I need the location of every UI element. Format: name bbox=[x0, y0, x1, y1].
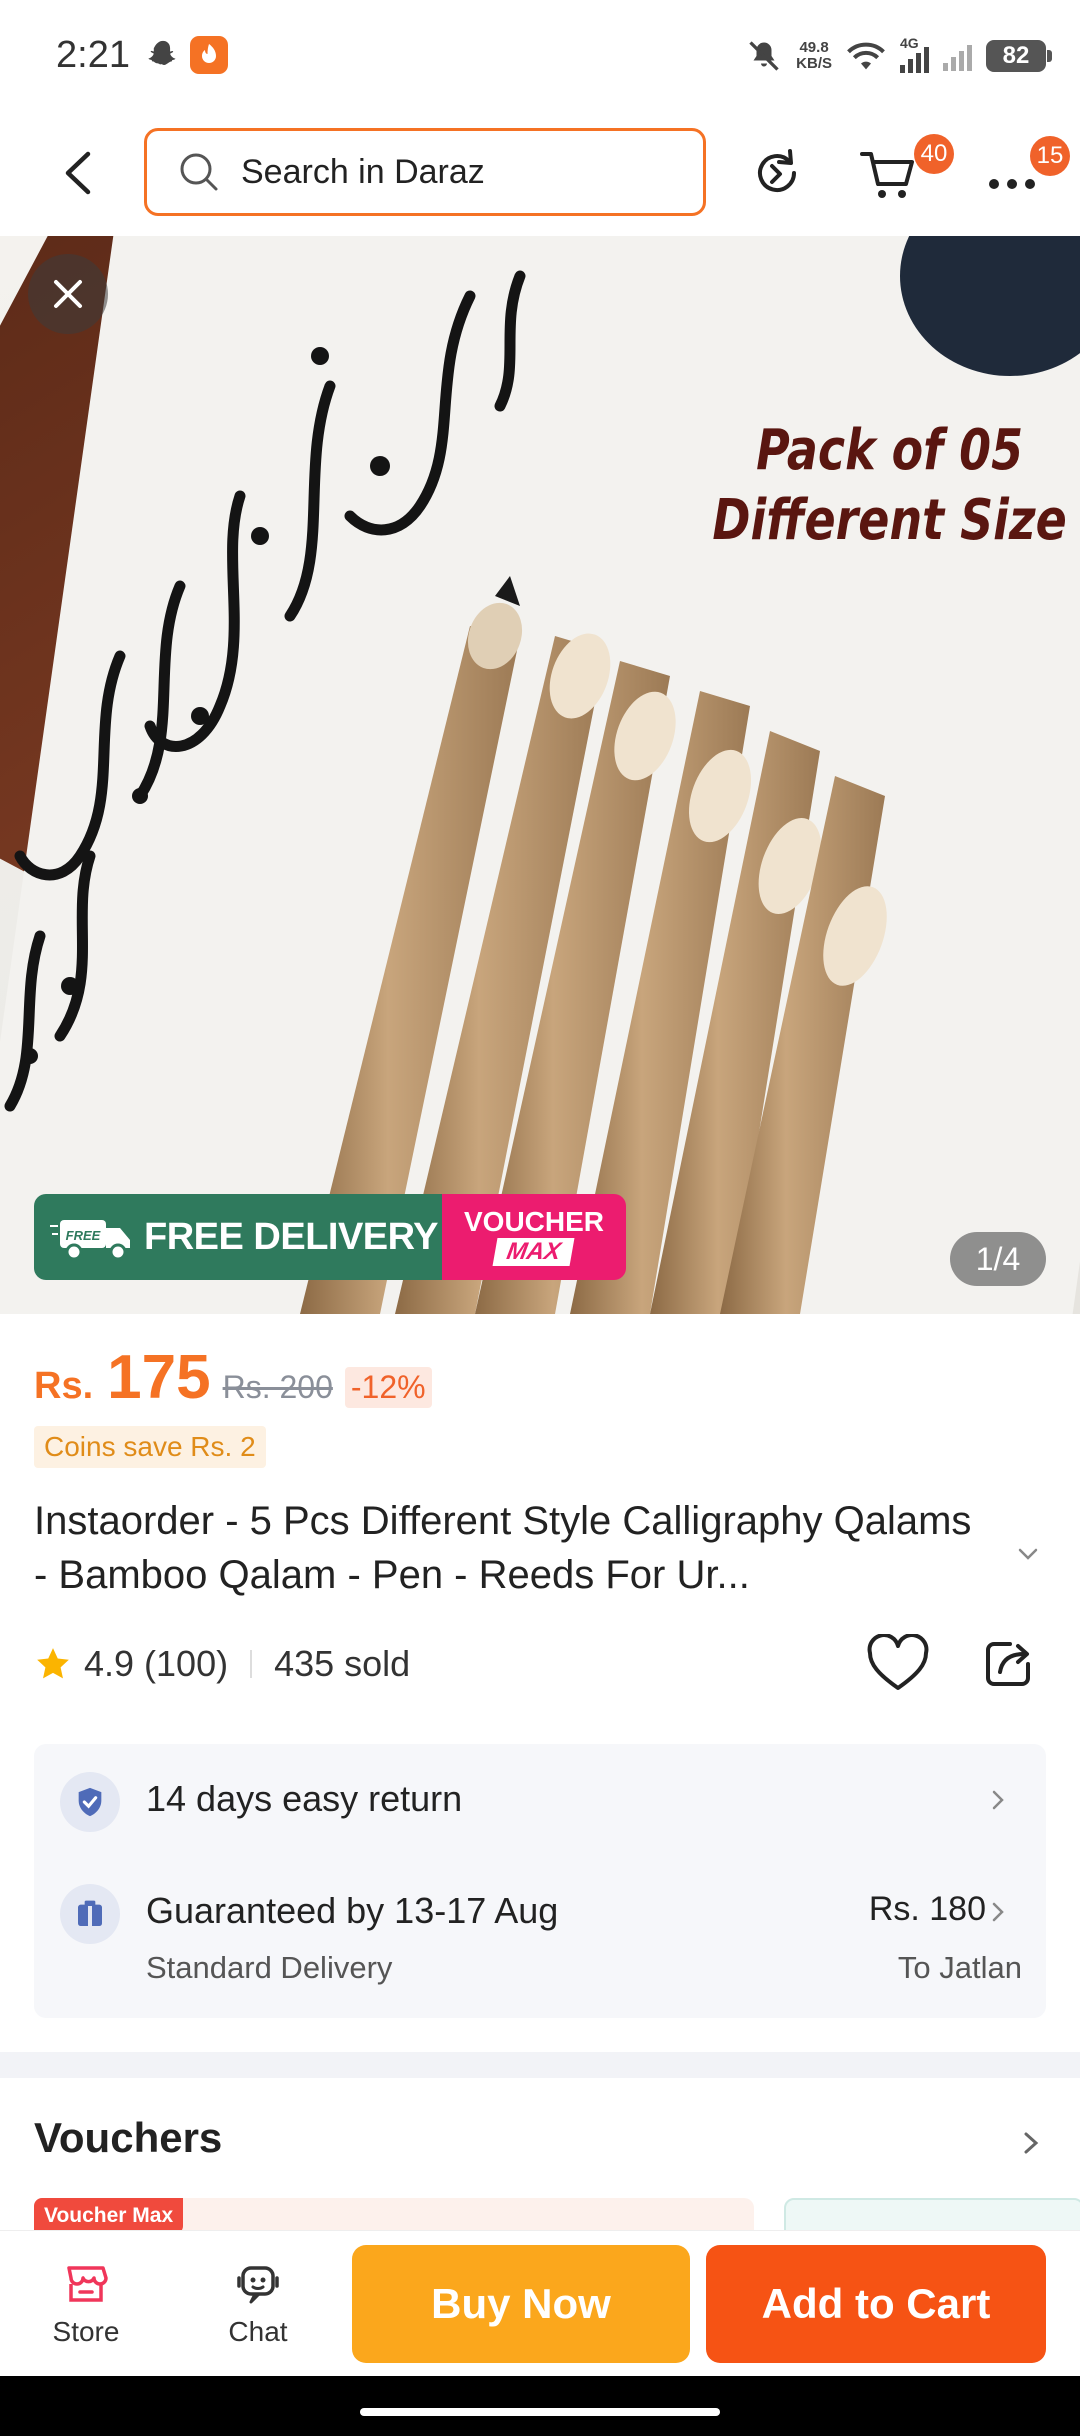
original-price: Rs. 200 bbox=[222, 1369, 333, 1405]
delivery-type: Standard Delivery bbox=[146, 1950, 393, 1985]
free-delivery-label: FREE DELIVERY bbox=[144, 1215, 439, 1258]
chevron-right-icon[interactable] bbox=[984, 1786, 1012, 1814]
close-icon bbox=[54, 280, 82, 308]
system-gesture-bar bbox=[0, 2376, 1080, 2436]
status-bar: 2:21 49.8 KB/S 4G 82 bbox=[0, 0, 1080, 112]
signal-icon bbox=[943, 41, 972, 71]
close-gallery-button[interactable] bbox=[28, 254, 108, 334]
bamboo-qalam-image bbox=[300, 576, 887, 1314]
share-icon[interactable] bbox=[980, 1634, 1038, 1692]
snapchat-icon bbox=[148, 40, 176, 65]
free-delivery-banner: FREE FREE DELIVERY VOUCHER MAX bbox=[34, 1194, 626, 1280]
return-shield-icon bbox=[60, 1772, 120, 1832]
network-speed: 49.8 KB/S bbox=[796, 39, 832, 72]
product-image-gallery[interactable]: Pack of 05 Different Size FREE FREE DELI… bbox=[0, 236, 1080, 1314]
delivery-truck-icon: FREE bbox=[50, 1220, 130, 1261]
cart-count-badge: 40 bbox=[914, 134, 954, 174]
chat-icon bbox=[237, 2266, 279, 2304]
voucher-max-tag: Voucher Max bbox=[34, 2198, 184, 2234]
voucher-max-badge: VOUCHER MAX bbox=[442, 1194, 626, 1280]
star-icon bbox=[37, 1648, 69, 1679]
divider bbox=[250, 1650, 253, 1678]
search-input[interactable]: Search in Daraz bbox=[144, 128, 706, 216]
delivery-location[interactable]: To Jatlan bbox=[898, 1950, 1022, 1986]
back-arrow-icon[interactable] bbox=[46, 138, 116, 208]
store-icon bbox=[67, 2266, 108, 2302]
delivery-box-icon bbox=[60, 1884, 120, 1944]
review-count: (100) bbox=[144, 1643, 229, 1684]
chat-button[interactable]: Chat bbox=[178, 2231, 338, 2377]
search-placeholder: Search in Daraz bbox=[241, 152, 485, 191]
top-nav: Search in Daraz 40 15 bbox=[0, 112, 1080, 236]
discount-badge: -12% bbox=[344, 1367, 432, 1408]
chevron-right-icon[interactable] bbox=[984, 1898, 1012, 1926]
buy-now-button[interactable]: Buy Now bbox=[352, 2245, 690, 2363]
wishlist-heart-icon[interactable] bbox=[866, 1634, 930, 1694]
store-label: Store bbox=[52, 2316, 120, 2347]
rating-value: 4.9 bbox=[84, 1643, 135, 1684]
home-indicator[interactable] bbox=[360, 2408, 720, 2416]
search-icon bbox=[180, 153, 218, 191]
refresh-icon[interactable] bbox=[742, 138, 812, 208]
price-row: Rs. 175 Rs. 200 -12% bbox=[34, 1342, 432, 1422]
signal-4g-icon: 4G bbox=[900, 35, 929, 73]
vouchers-heading[interactable]: Vouchers bbox=[34, 2114, 222, 2162]
sold-count: 435 sold bbox=[274, 1643, 411, 1684]
product-title[interactable]: Instaorder - 5 Pcs Different Style Calli… bbox=[34, 1494, 994, 1602]
image-counter: 1/4 bbox=[950, 1232, 1046, 1286]
cart-button[interactable]: 40 bbox=[852, 134, 954, 214]
more-count-badge: 15 bbox=[1030, 136, 1070, 176]
status-time: 2:21 bbox=[56, 34, 130, 76]
wifi-icon bbox=[847, 42, 885, 70]
rating-row[interactable]: 4.9 (100) 435 sold bbox=[34, 1636, 410, 1692]
delivery-guarantee[interactable]: Guaranteed by 13-17 Aug bbox=[146, 1890, 558, 1932]
status-icons: 49.8 KB/S 4G 82 bbox=[746, 34, 1052, 78]
delivery-fee: Rs. 180 bbox=[868, 1890, 986, 1928]
price-currency: Rs. bbox=[34, 1365, 94, 1407]
more-button[interactable]: 15 bbox=[978, 134, 1070, 214]
store-button[interactable]: Store bbox=[6, 2231, 166, 2377]
coins-savings-note: Coins save Rs. 2 bbox=[34, 1426, 266, 1468]
bottom-action-bar: Store Chat Buy Now Add to Cart bbox=[0, 2230, 1080, 2376]
section-divider bbox=[0, 2052, 1080, 2078]
chat-label: Chat bbox=[228, 2316, 288, 2347]
chevron-down-icon[interactable] bbox=[1010, 1536, 1046, 1572]
current-price: 175 bbox=[107, 1343, 211, 1412]
services-info-box: 14 days easy return Guaranteed by 13-17 … bbox=[34, 1744, 1046, 2018]
more-dots-icon bbox=[989, 179, 1035, 189]
chevron-right-icon[interactable] bbox=[1016, 2126, 1046, 2160]
mute-bell-icon bbox=[749, 41, 779, 71]
free-small-label: FREE bbox=[66, 1228, 101, 1243]
add-to-cart-button[interactable]: Add to Cart bbox=[706, 2245, 1046, 2363]
daraz-app-icon bbox=[190, 36, 228, 74]
battery-icon: 82 bbox=[986, 40, 1052, 72]
return-policy[interactable]: 14 days easy return bbox=[146, 1778, 462, 1820]
